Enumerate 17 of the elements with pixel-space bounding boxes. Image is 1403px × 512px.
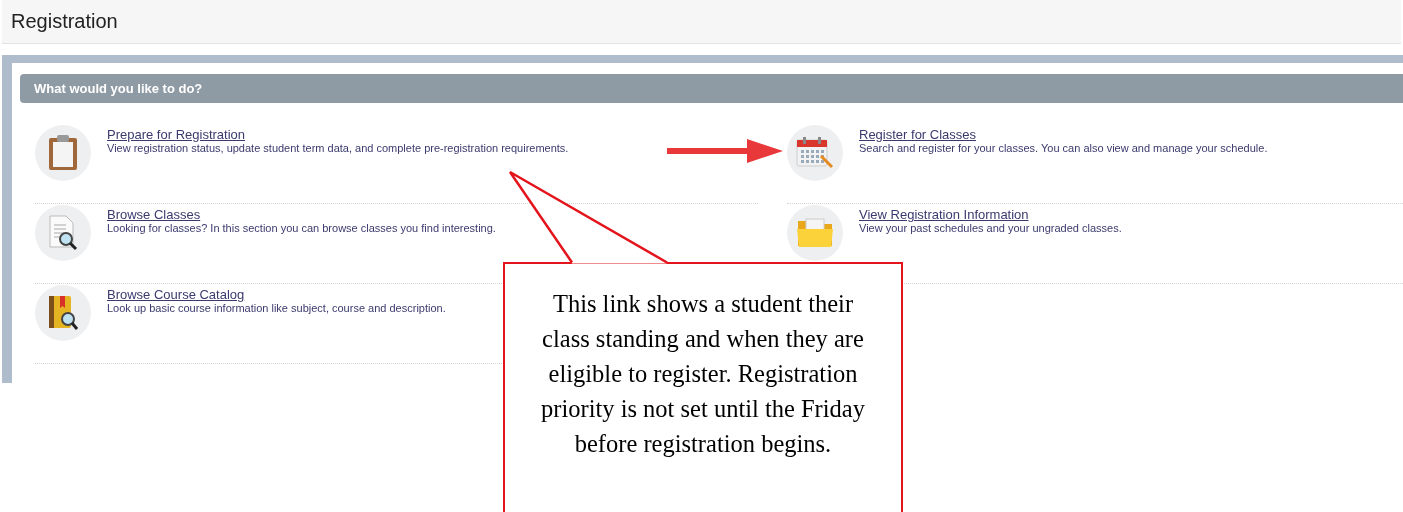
document-magnifier-icon [48, 215, 78, 251]
action-link[interactable]: Browse Classes [107, 207, 496, 222]
book-magnifier-icon [47, 295, 79, 331]
action-link[interactable]: Register for Classes [859, 127, 1268, 142]
action-description: Search and register for your classes. You can also view and manage your schedule. [859, 142, 1268, 154]
action-link[interactable]: View Registration Information [859, 207, 1122, 222]
action-link[interactable]: Browse Course Catalog [107, 287, 446, 302]
action-description: View your past schedules and your ungraded classes. [859, 222, 1122, 234]
section-title: What would you like to do? [34, 81, 203, 96]
folder-icon [796, 217, 834, 249]
action-description: Looking for classes? In this section you can browse classes you find interesting. [107, 222, 496, 234]
action-link[interactable]: Prepare for Registration [107, 127, 569, 142]
action-description: Look up basic course information like subject, course and description. [107, 302, 446, 314]
page-title: Registration [11, 10, 118, 33]
clipboard-icon [48, 135, 78, 171]
calendar-pencil-icon [795, 136, 835, 170]
action-description: View registration status, update student term data, and complete pre-registration requirements. [107, 142, 569, 154]
